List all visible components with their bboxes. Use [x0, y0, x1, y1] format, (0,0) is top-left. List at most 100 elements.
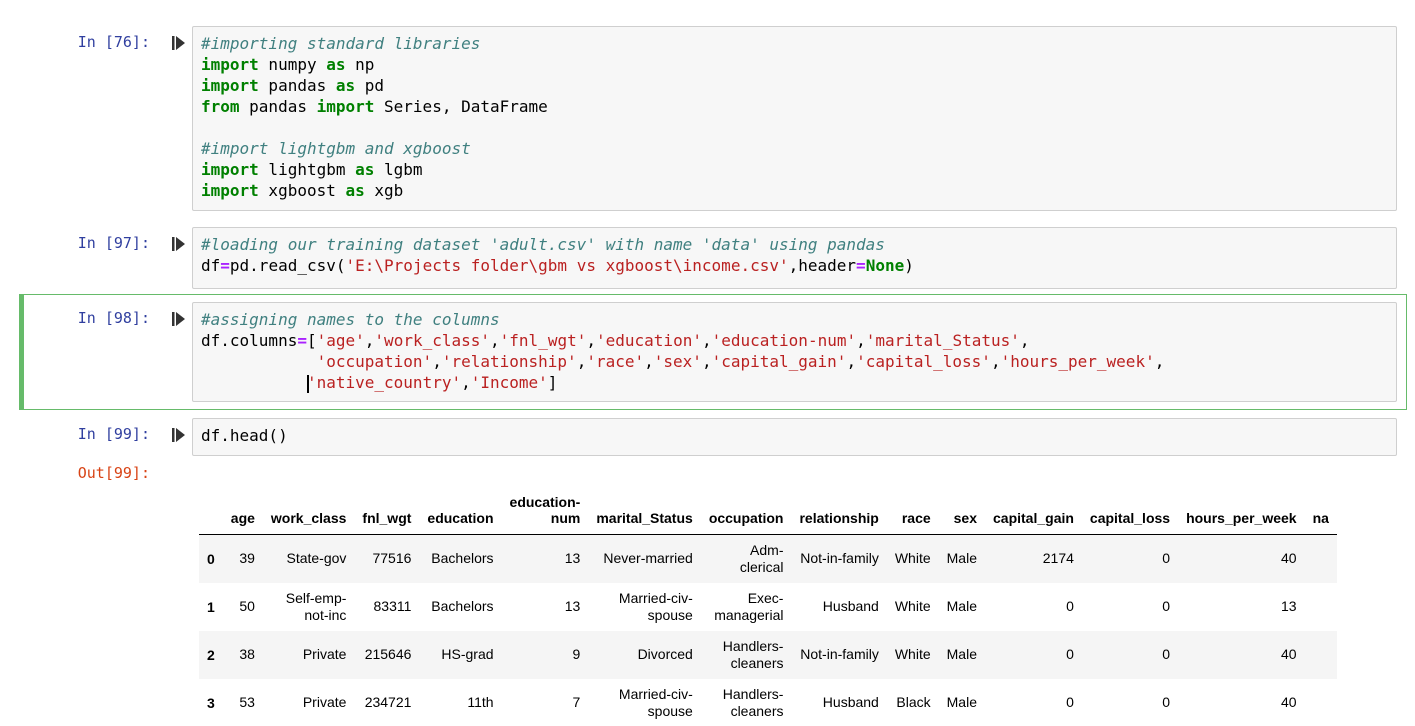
run-cell-icon[interactable]: [172, 236, 186, 252]
code-line: df=pd.read_csv('E:\Projects folder\gbm v…: [201, 255, 1396, 276]
code-token: #assigning names to the columns: [201, 310, 500, 329]
dataframe-output: age work_class fnl_wgt education education- …: [199, 478, 1399, 726]
code-line: df.head(): [201, 425, 1396, 446]
code-token: 'Income': [470, 373, 548, 392]
table-cell: 2174: [1042, 550, 1074, 567]
code-token: as: [355, 160, 375, 179]
code-token: #loading our training dataset 'adult.csv…: [201, 235, 885, 254]
table-header-row: age work_class fnl_wgt education education- …: [199, 478, 1337, 535]
code-token: 'capital_loss': [856, 352, 991, 371]
run-cell-icon[interactable]: [172, 427, 186, 443]
code-token: ,: [701, 352, 712, 371]
column-header: [199, 478, 223, 535]
code-token: pandas: [239, 97, 317, 116]
code-editor[interactable]: #importing standard libraries import nump…: [192, 26, 1397, 211]
code-token: ,: [461, 373, 471, 392]
code-token: 'relationship': [441, 352, 577, 371]
table-cell: 11th: [467, 694, 494, 710]
table-cell: 13: [564, 598, 581, 614]
code-token: from: [201, 97, 240, 116]
code-token: #importing standard libraries: [201, 34, 481, 53]
code-token: #import lightgbm and xgboost: [201, 139, 471, 158]
code-line: import numpy as np: [201, 54, 1396, 75]
table-cell: 38: [239, 646, 255, 662]
code-token: 'age': [316, 331, 365, 350]
code-token: np: [345, 55, 375, 74]
code-token: pandas: [258, 76, 336, 95]
out-prompt: Out[99]:: [77, 464, 150, 482]
code-token: 'capital_gain': [711, 352, 847, 371]
code-token: ]: [547, 373, 558, 392]
table-cell: 13: [1281, 598, 1297, 614]
code-token: import: [201, 55, 259, 74]
table-cell: 77516: [372, 550, 412, 567]
table-cell: White: [894, 598, 931, 614]
table-cell: Husband: [822, 598, 879, 614]
code-token: df.columns: [201, 331, 298, 350]
table-cell: Private: [302, 694, 347, 710]
table-cell: Black: [896, 694, 931, 710]
table-cell: 234721: [364, 694, 412, 710]
table-cell: White: [894, 646, 931, 662]
column-header: na: [1304, 478, 1337, 535]
code-token: ,: [1154, 352, 1165, 371]
code-line: #loading our training dataset 'adult.csv…: [201, 234, 1396, 255]
code-token: 'fnl_wgt': [499, 331, 587, 350]
code-line: #import lightgbm and xgboost: [201, 138, 1396, 159]
code-editor[interactable]: #loading our training dataset 'adult.csv…: [192, 227, 1397, 289]
code-token: 'occupation': [316, 352, 433, 371]
row-index: 2: [207, 646, 215, 663]
run-cell-icon[interactable]: [172, 35, 186, 51]
in-prompt: In [99]:: [77, 425, 150, 443]
code-token: ,: [990, 352, 1001, 371]
table-cell: Husband: [822, 694, 879, 710]
table-cell: 9: [572, 646, 581, 662]
code-token: ,: [1019, 331, 1030, 350]
code-token: ,: [701, 331, 712, 350]
code-token: ,: [856, 331, 866, 350]
table-cell: [1305, 679, 1337, 726]
code-line: #importing standard libraries: [201, 33, 1396, 54]
in-prompt: In [98]:: [77, 309, 150, 327]
code-editor[interactable]: df.head(): [192, 418, 1397, 456]
table-cell: 40: [1281, 694, 1297, 710]
table-row: 0 39 State-gov 77516 Bachelors 13 Never-marrie…: [199, 534, 1337, 583]
row-index: 0: [207, 550, 215, 567]
table-cell: 50: [239, 598, 255, 614]
table-row: 2 38 Private 215646 HS-grad 9 Divorced Handlers…: [199, 630, 1337, 679]
code-token: df: [201, 256, 221, 275]
table-cell: 0: [1162, 598, 1171, 614]
code-token: ,header: [788, 256, 857, 275]
code-line: import lightgbm as lgbm: [201, 159, 1396, 180]
code-token: import: [316, 97, 375, 116]
code-token: 'work_class': [374, 331, 491, 350]
table-cell: [1305, 583, 1337, 631]
code-token: xgboost: [258, 181, 346, 200]
column-header: capital_gain: [985, 478, 1082, 535]
code-token: [: [306, 331, 317, 350]
code-token: import: [201, 160, 259, 179]
code-token: numpy: [258, 55, 327, 74]
code-token: =: [220, 256, 230, 275]
table-cell: Not-in-family: [800, 550, 879, 567]
code-token: import: [201, 76, 259, 95]
table-cell: 0: [1162, 646, 1171, 662]
table-cell: 40: [1281, 646, 1297, 662]
code-token: 'hours_per_week': [1000, 352, 1155, 371]
code-token: lgbm: [374, 160, 423, 179]
table-cell: 39: [239, 550, 255, 567]
table-cell: [1305, 535, 1337, 583]
table-cell: Adm- clerical: [739, 541, 784, 575]
table-cell: Male: [946, 694, 977, 710]
table-body: 0 39 State-gov 77516 Bachelors 13 Never-marrie…: [199, 534, 1337, 726]
code-token: ,: [644, 352, 654, 371]
code-token: import: [201, 181, 259, 200]
run-cell-icon[interactable]: [172, 311, 186, 327]
row-index: 1: [207, 598, 215, 615]
code-editor[interactable]: #assigning names to the columns df.column…: [192, 302, 1397, 402]
table-cell: Handlers- cleaners: [722, 685, 784, 719]
table-cell: 0: [1066, 598, 1074, 614]
table-cell: 7: [572, 694, 581, 710]
